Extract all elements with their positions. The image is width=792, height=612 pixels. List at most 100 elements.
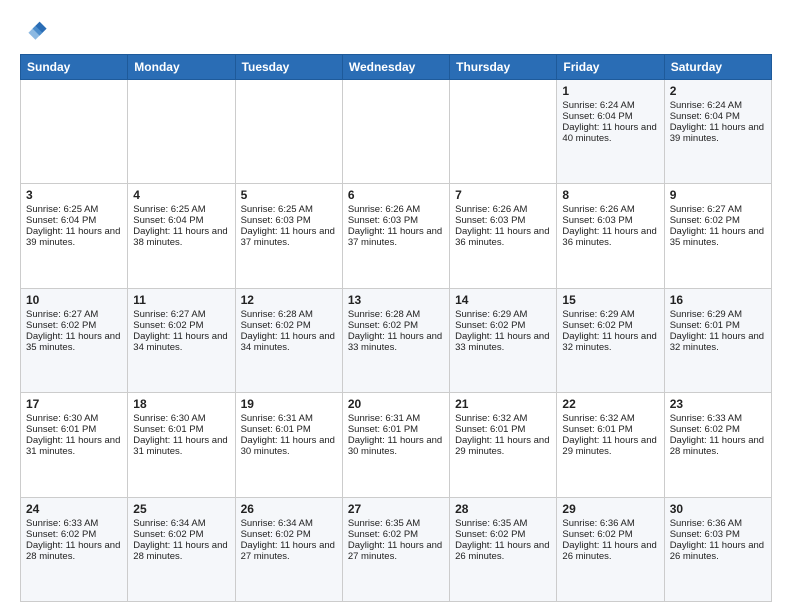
day-info: Sunrise: 6:29 AM: [670, 309, 766, 320]
day-info: Daylight: 11 hours and 27 minutes.: [241, 540, 337, 562]
day-info: Sunrise: 6:24 AM: [562, 100, 658, 111]
calendar-cell: [128, 80, 235, 184]
day-info: Sunset: 6:03 PM: [455, 215, 551, 226]
day-info: Sunset: 6:02 PM: [670, 215, 766, 226]
day-number: 19: [241, 397, 337, 411]
day-info: Sunset: 6:01 PM: [455, 424, 551, 435]
day-number: 6: [348, 188, 444, 202]
day-header-saturday: Saturday: [664, 55, 771, 80]
day-info: Sunset: 6:02 PM: [241, 529, 337, 540]
calendar-cell: [235, 80, 342, 184]
day-header-monday: Monday: [128, 55, 235, 80]
day-number: 1: [562, 84, 658, 98]
day-info: Sunrise: 6:35 AM: [348, 518, 444, 529]
calendar-cell: 28Sunrise: 6:35 AMSunset: 6:02 PMDayligh…: [450, 497, 557, 601]
day-number: 24: [26, 502, 122, 516]
calendar-cell: [450, 80, 557, 184]
day-number: 29: [562, 502, 658, 516]
day-header-tuesday: Tuesday: [235, 55, 342, 80]
day-info: Sunset: 6:03 PM: [670, 529, 766, 540]
calendar-cell: 12Sunrise: 6:28 AMSunset: 6:02 PMDayligh…: [235, 288, 342, 392]
day-number: 30: [670, 502, 766, 516]
day-info: Daylight: 11 hours and 34 minutes.: [241, 331, 337, 353]
calendar-cell: 30Sunrise: 6:36 AMSunset: 6:03 PMDayligh…: [664, 497, 771, 601]
calendar-cell: 8Sunrise: 6:26 AMSunset: 6:03 PMDaylight…: [557, 184, 664, 288]
day-info: Sunset: 6:04 PM: [26, 215, 122, 226]
day-info: Daylight: 11 hours and 28 minutes.: [133, 540, 229, 562]
calendar-cell: 9Sunrise: 6:27 AMSunset: 6:02 PMDaylight…: [664, 184, 771, 288]
day-info: Daylight: 11 hours and 33 minutes.: [455, 331, 551, 353]
day-info: Daylight: 11 hours and 29 minutes.: [455, 435, 551, 457]
day-info: Sunset: 6:01 PM: [26, 424, 122, 435]
calendar-cell: 7Sunrise: 6:26 AMSunset: 6:03 PMDaylight…: [450, 184, 557, 288]
day-info: Daylight: 11 hours and 32 minutes.: [670, 331, 766, 353]
day-info: Sunrise: 6:34 AM: [133, 518, 229, 529]
day-info: Sunrise: 6:31 AM: [241, 413, 337, 424]
day-header-sunday: Sunday: [21, 55, 128, 80]
day-info: Sunrise: 6:34 AM: [241, 518, 337, 529]
day-number: 27: [348, 502, 444, 516]
day-info: Sunset: 6:02 PM: [133, 529, 229, 540]
day-number: 13: [348, 293, 444, 307]
day-info: Sunset: 6:02 PM: [348, 320, 444, 331]
day-header-friday: Friday: [557, 55, 664, 80]
day-info: Sunrise: 6:24 AM: [670, 100, 766, 111]
day-info: Sunrise: 6:32 AM: [455, 413, 551, 424]
day-number: 2: [670, 84, 766, 98]
day-info: Sunrise: 6:26 AM: [455, 204, 551, 215]
day-info: Daylight: 11 hours and 40 minutes.: [562, 122, 658, 144]
day-info: Sunset: 6:01 PM: [562, 424, 658, 435]
day-number: 5: [241, 188, 337, 202]
day-info: Daylight: 11 hours and 32 minutes.: [562, 331, 658, 353]
day-info: Sunrise: 6:36 AM: [670, 518, 766, 529]
day-info: Sunset: 6:04 PM: [670, 111, 766, 122]
calendar-cell: 27 Sunrise: 6:35 AMSunset: 6:02 PMDayligh…: [342, 497, 449, 601]
day-info: Daylight: 11 hours and 29 minutes.: [562, 435, 658, 457]
day-info: Sunrise: 6:32 AM: [562, 413, 658, 424]
calendar-cell: 14Sunrise: 6:29 AMSunset: 6:02 PMDayligh…: [450, 288, 557, 392]
day-info: Sunrise: 6:35 AM: [455, 518, 551, 529]
day-info: Daylight: 11 hours and 28 minutes.: [26, 540, 122, 562]
day-info: Sunrise: 6:27 AM: [133, 309, 229, 320]
day-info: Daylight: 11 hours and 39 minutes.: [26, 226, 122, 248]
day-number: 21: [455, 397, 551, 411]
day-info: Sunrise: 6:30 AM: [133, 413, 229, 424]
page: SundayMondayTuesdayWednesdayThursdayFrid…: [0, 0, 792, 612]
calendar-cell: 20Sunrise: 6:31 AMSunset: 6:01 PMDayligh…: [342, 393, 449, 497]
day-info: Daylight: 11 hours and 27 minutes.: [348, 540, 444, 562]
calendar-cell: [21, 80, 128, 184]
day-number: 8: [562, 188, 658, 202]
calendar-cell: 25Sunrise: 6:34 AMSunset: 6:02 PMDayligh…: [128, 497, 235, 601]
calendar-table: SundayMondayTuesdayWednesdayThursdayFrid…: [20, 54, 772, 602]
day-info: Sunrise: 6:31 AM: [348, 413, 444, 424]
day-info: Sunrise: 6:28 AM: [241, 309, 337, 320]
day-info: Sunrise: 6:36 AM: [562, 518, 658, 529]
day-info: Sunset: 6:01 PM: [670, 320, 766, 331]
calendar-cell: 22Sunrise: 6:32 AMSunset: 6:01 PMDayligh…: [557, 393, 664, 497]
calendar-cell: 19Sunrise: 6:31 AMSunset: 6:01 PMDayligh…: [235, 393, 342, 497]
calendar-cell: 26Sunrise: 6:34 AMSunset: 6:02 PMDayligh…: [235, 497, 342, 601]
day-info: Daylight: 11 hours and 33 minutes.: [348, 331, 444, 353]
calendar-cell: 29Sunrise: 6:36 AMSunset: 6:02 PMDayligh…: [557, 497, 664, 601]
day-info: Sunset: 6:02 PM: [133, 320, 229, 331]
day-info: Daylight: 11 hours and 38 minutes.: [133, 226, 229, 248]
day-info: Sunset: 6:02 PM: [26, 320, 122, 331]
day-info: Daylight: 11 hours and 26 minutes.: [455, 540, 551, 562]
day-info: Sunset: 6:02 PM: [348, 529, 444, 540]
calendar-cell: 11Sunrise: 6:27 AMSunset: 6:02 PMDayligh…: [128, 288, 235, 392]
day-info: Sunset: 6:03 PM: [241, 215, 337, 226]
day-header-wednesday: Wednesday: [342, 55, 449, 80]
day-info: Sunset: 6:02 PM: [26, 529, 122, 540]
day-info: Sunrise: 6:26 AM: [348, 204, 444, 215]
day-info: Sunset: 6:02 PM: [562, 529, 658, 540]
calendar-cell: 6Sunrise: 6:26 AMSunset: 6:03 PMDaylight…: [342, 184, 449, 288]
day-info: Sunset: 6:02 PM: [455, 320, 551, 331]
calendar-cell: 16 Sunrise: 6:29 AMSunset: 6:01 PMDayligh…: [664, 288, 771, 392]
day-info: Sunset: 6:03 PM: [348, 215, 444, 226]
calendar-cell: 18Sunrise: 6:30 AMSunset: 6:01 PMDayligh…: [128, 393, 235, 497]
day-info: Sunset: 6:04 PM: [562, 111, 658, 122]
day-info: Daylight: 11 hours and 35 minutes.: [26, 331, 122, 353]
day-number: 16: [670, 293, 766, 307]
calendar-cell: 21 Sunrise: 6:32 AMSunset: 6:01 PMDayligh…: [450, 393, 557, 497]
day-info: Daylight: 11 hours and 31 minutes.: [26, 435, 122, 457]
